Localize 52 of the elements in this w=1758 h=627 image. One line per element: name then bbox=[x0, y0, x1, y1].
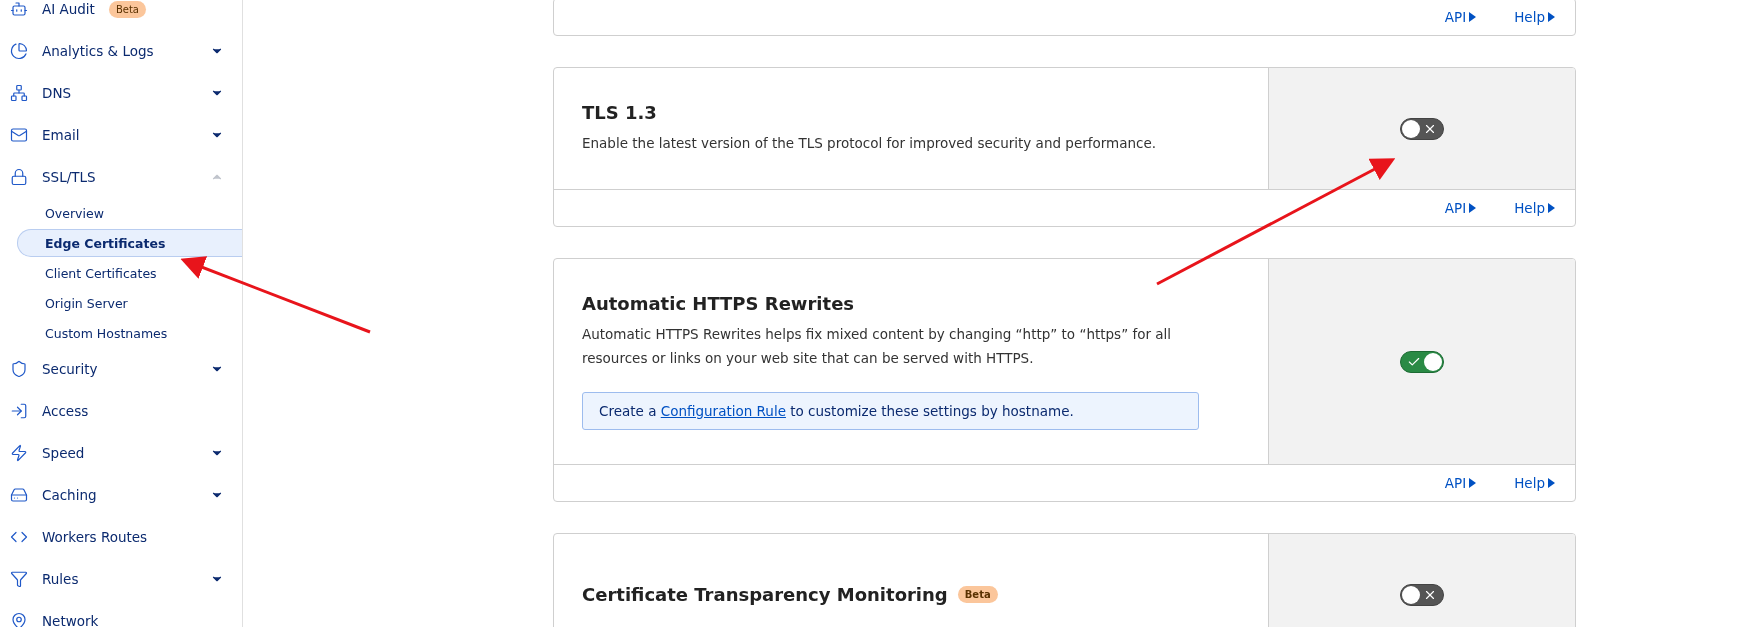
nav-icon bbox=[10, 570, 28, 588]
toggle-switch[interactable] bbox=[1400, 583, 1444, 606]
nav-icon bbox=[10, 360, 28, 378]
setting-description: Enable the latest version of the TLS protocol for improved security and performance. bbox=[582, 134, 1158, 153]
sidebar-subitem[interactable]: Client Certificates bbox=[17, 259, 242, 287]
sidebar-subitem[interactable]: Overview bbox=[17, 199, 242, 227]
sidebar-subitem[interactable]: Origin Server bbox=[17, 289, 242, 317]
caret-right-icon bbox=[1469, 478, 1477, 488]
nav-icon bbox=[10, 168, 28, 186]
setting-description: Automatic HTTPS Rewrites helps fix mixed content by changing “http” to “https” for all resources or links on your web site that can be served with HTTPS. bbox=[582, 325, 1173, 368]
caret-right-icon bbox=[1548, 203, 1555, 213]
beta-badge: Beta bbox=[957, 586, 998, 603]
nav-icon bbox=[10, 84, 28, 102]
footer-link[interactable]: Help bbox=[1514, 200, 1555, 216]
sidebar-item[interactable]: Rules bbox=[0, 558, 242, 600]
sidebar-item[interactable]: Network bbox=[0, 600, 242, 627]
sidebar-item[interactable]: Workers Routes bbox=[0, 516, 242, 558]
nav-icon bbox=[10, 402, 28, 420]
footer-link[interactable]: Help bbox=[1514, 475, 1555, 491]
caret-right-icon bbox=[1548, 12, 1555, 22]
footer-link[interactable]: API bbox=[1444, 200, 1477, 216]
info-note: Create a Configuration Rule to customize these settings by hostname. bbox=[582, 392, 1199, 430]
nav-icon bbox=[10, 444, 28, 462]
footer-link[interactable]: API bbox=[1444, 475, 1477, 491]
sidebar-item[interactable]: Security bbox=[0, 348, 242, 390]
setting-title: Automatic HTTPS Rewrites bbox=[582, 293, 855, 314]
footer-link[interactable]: API bbox=[1444, 9, 1477, 25]
nav-icon bbox=[10, 486, 28, 504]
sidebar-subitem[interactable]: Edge Certificates bbox=[17, 229, 242, 257]
caret-right-icon bbox=[1469, 12, 1477, 22]
configuration-rule-link[interactable]: Configuration Rule bbox=[660, 403, 786, 419]
nav-icon bbox=[10, 0, 28, 18]
setting-title: TLS 1.3 bbox=[582, 102, 657, 123]
footer-link[interactable]: Help bbox=[1514, 9, 1555, 25]
sidebar-item[interactable]: Caching bbox=[0, 474, 242, 516]
beta-badge: Beta bbox=[108, 0, 146, 18]
sidebar-subitem[interactable]: Custom Hostnames bbox=[17, 319, 242, 347]
sidebar-item[interactable]: Speed bbox=[0, 432, 242, 474]
sidebar-item[interactable]: Email bbox=[0, 114, 242, 156]
sidebar-item[interactable]: Analytics & Logs bbox=[0, 30, 242, 72]
toggle-switch[interactable] bbox=[1400, 117, 1444, 140]
setting-title: Certificate Transparency Monitoring bbox=[582, 584, 948, 605]
caret-right-icon bbox=[1469, 203, 1477, 213]
sidebar-item[interactable]: SSL/TLS bbox=[0, 156, 242, 198]
nav-icon bbox=[10, 126, 28, 144]
caret-right-icon bbox=[1548, 478, 1555, 488]
nav-icon bbox=[10, 612, 28, 627]
sidebar-item[interactable]: DNS bbox=[0, 72, 242, 114]
sidebar-item[interactable]: AI Audit Beta bbox=[0, 0, 242, 30]
toggle-switch[interactable] bbox=[1400, 350, 1444, 373]
sidebar-item[interactable]: Access bbox=[0, 390, 242, 432]
nav-icon bbox=[10, 42, 28, 60]
